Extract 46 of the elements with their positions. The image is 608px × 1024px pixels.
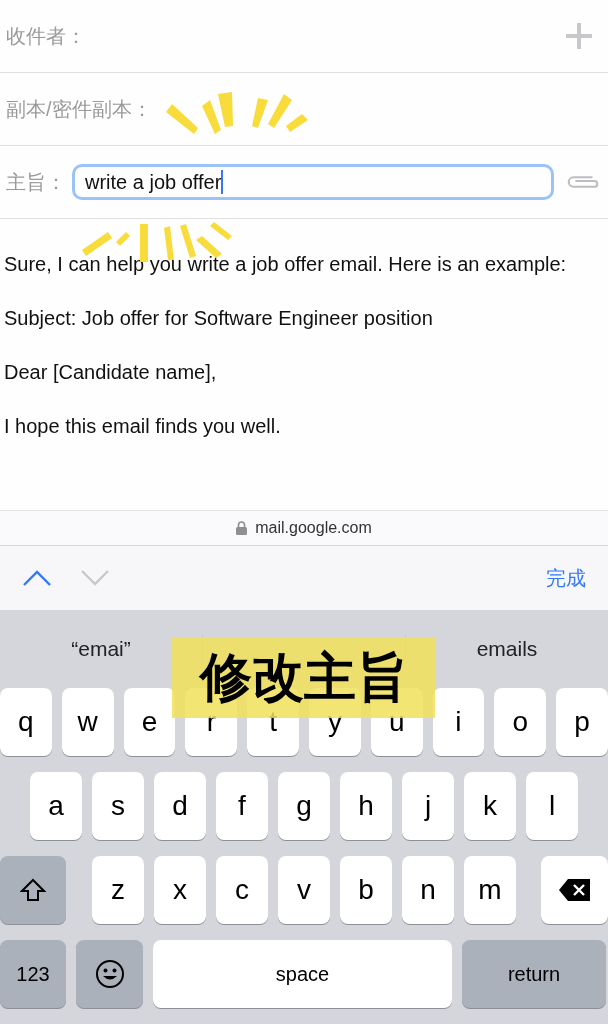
letter-key[interactable]: m [464, 856, 516, 924]
return-key[interactable]: return [462, 940, 606, 1008]
shift-arrow-icon [20, 878, 46, 902]
space-key[interactable]: space [153, 940, 452, 1008]
letter-key[interactable]: j [402, 772, 454, 840]
letter-key[interactable]: f [216, 772, 268, 840]
backspace-key[interactable] [541, 856, 608, 924]
body-paragraph: Subject: Job offer for Software Engineer position [4, 306, 434, 331]
subject-label: 主旨： [6, 169, 66, 195]
letter-key[interactable]: d [154, 772, 206, 840]
done-button[interactable]: 完成 [546, 560, 586, 596]
letter-key[interactable]: s [92, 772, 144, 840]
suggestion[interactable]: “emai” [71, 637, 131, 661]
letter-key[interactable]: w [61, 688, 114, 756]
letter-key[interactable]: k [464, 772, 516, 840]
letter-key[interactable]: c [216, 856, 268, 924]
cc-label: 副本/密件副本： [6, 96, 152, 122]
letter-key[interactable]: l [526, 772, 578, 840]
letter-key[interactable]: a [30, 772, 82, 840]
suggestion[interactable]: emails [476, 637, 538, 661]
url-text: mail.google.com [255, 519, 372, 537]
letter-key[interactable]: o [494, 688, 547, 756]
letter-key[interactable]: n [402, 856, 454, 924]
numbers-key[interactable]: 123 [0, 940, 66, 1008]
letter-key[interactable]: p [556, 688, 608, 756]
smiley-icon [94, 959, 125, 989]
backspace-icon [557, 878, 592, 902]
body-paragraph: Sure, I can help you write a job offer email. Here is an example: [4, 252, 568, 277]
emoji-key[interactable] [76, 940, 143, 1008]
letter-key[interactable]: e [123, 688, 176, 756]
body-paragraph: I hope this email finds you well. [4, 414, 282, 439]
letter-key[interactable]: x [154, 856, 206, 924]
letter-key[interactable]: b [340, 856, 392, 924]
shift-key[interactable] [0, 856, 66, 924]
letter-key[interactable]: i [432, 688, 485, 756]
letter-key[interactable]: v [278, 856, 330, 924]
to-label: 收件者： [6, 23, 86, 49]
letter-key[interactable]: q [0, 688, 52, 756]
body-paragraph: Dear [Candidate name], [4, 360, 218, 385]
letter-key[interactable]: g [278, 772, 330, 840]
chevron-up-icon[interactable] [22, 569, 52, 587]
subject-field[interactable]: write a job offer [72, 164, 554, 200]
lock-icon [236, 521, 248, 535]
letter-key[interactable]: z [92, 856, 144, 924]
letter-key[interactable]: h [340, 772, 392, 840]
caption-banner: 修改主旨 [172, 637, 435, 718]
